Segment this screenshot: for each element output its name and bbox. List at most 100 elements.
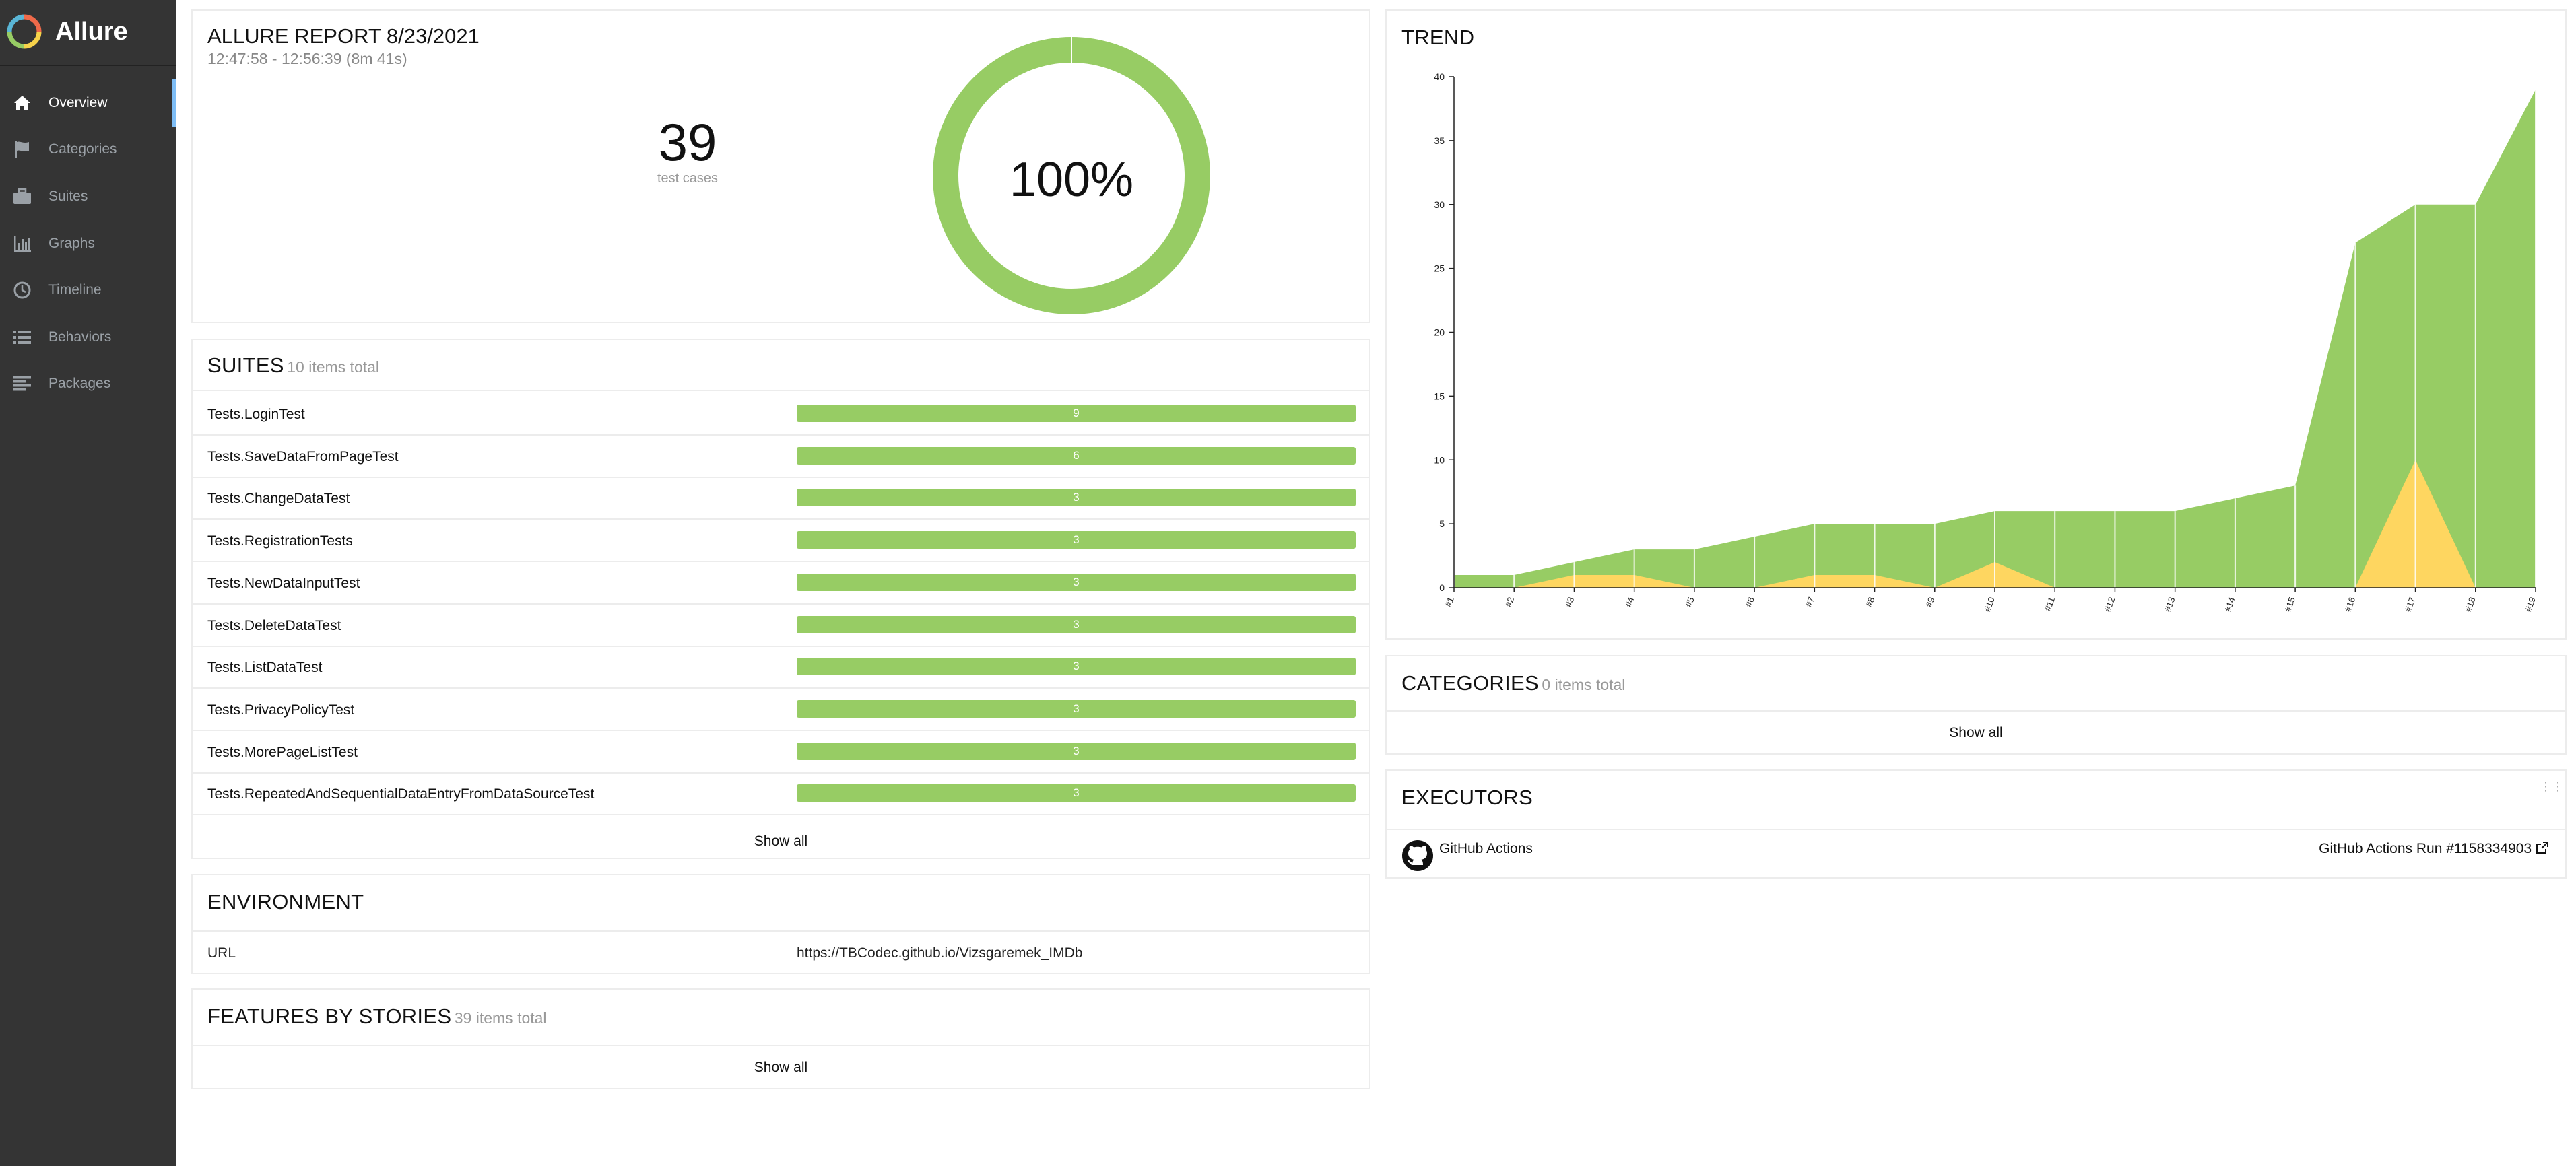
pass-rate-value: 100% xyxy=(1009,153,1134,207)
divider xyxy=(193,729,1369,731)
suite-status-bar[interactable]: 3 xyxy=(797,784,1356,802)
suite-row[interactable]: Tests.NewDataInputTest 3 xyxy=(193,563,1369,605)
sidebar-item-categories[interactable]: Categories xyxy=(0,127,176,174)
suite-status-bar[interactable]: 3 xyxy=(797,573,1356,591)
trend-x-tick-label: #15 xyxy=(2282,596,2297,613)
suite-name: Tests.LoginTest xyxy=(207,407,305,422)
briefcase-icon xyxy=(11,186,34,207)
sidebar-item-graphs[interactable]: Graphs xyxy=(0,220,176,267)
sidebar-nav: Overview Categories Suites Graphs Timeli… xyxy=(0,79,176,407)
environment-key: URL xyxy=(207,945,236,961)
trend-x-tick-label: #5 xyxy=(1684,596,1696,609)
suite-name: Tests.DeleteDataTest xyxy=(207,617,341,633)
suite-status-bar[interactable]: 6 xyxy=(797,446,1356,465)
suite-status-bar[interactable]: 3 xyxy=(797,615,1356,633)
test-case-count: 39 xyxy=(658,112,717,172)
trend-y-tick-label: 30 xyxy=(1434,199,1445,210)
trend-y-tick-label: 20 xyxy=(1434,327,1445,338)
sidebar-item-overview[interactable]: Overview xyxy=(0,79,176,127)
sidebar-item-behaviors[interactable]: Behaviors xyxy=(0,314,176,361)
suites-title: SUITES xyxy=(207,353,284,377)
align-left-icon xyxy=(11,373,34,395)
suite-name: Tests.RegistrationTests xyxy=(207,533,353,549)
trend-x-tick-label: #8 xyxy=(1863,596,1876,609)
brand[interactable]: Allure xyxy=(5,8,128,55)
trend-widget: TREND 0 5 10 15 20 25 30 35 40 #1 #2 #3 #4 #5 #6 #7 #8 #9… xyxy=(1385,9,2567,640)
trend-x-tick-label: #1 xyxy=(1443,596,1456,609)
suite-row[interactable]: Tests.ChangeDataTest 3 xyxy=(193,478,1369,520)
drag-handle-icon[interactable]: ⋮⋮ xyxy=(2540,780,2564,800)
suite-status-bar[interactable]: 3 xyxy=(797,531,1356,549)
environment-widget: ENVIRONMENT URL https://TBCodec.github.i… xyxy=(191,874,1370,974)
sidebar-item-label: Categories xyxy=(48,141,117,158)
report-time-range: 12:47:58 - 12:56:39 (8m 41s) xyxy=(207,50,407,67)
trend-chart[interactable]: 0 5 10 15 20 25 30 35 40 #1 #2 #3 #4 #5 #6 #7 #8 #9 #10 #11… xyxy=(1387,11,2565,638)
executor-run-label: GitHub Actions Run #1158334903 xyxy=(2319,841,2532,856)
sidebar-item-label: Overview xyxy=(48,94,108,110)
executors-widget: EXECUTORS ⋮⋮ GitHub Actions GitHub Actio… xyxy=(1385,769,2567,879)
sidebar-item-packages[interactable]: Packages xyxy=(0,361,176,408)
suite-status-bar[interactable]: 9 xyxy=(797,405,1356,422)
divider xyxy=(193,771,1369,774)
executor-run-link[interactable]: GitHub Actions Run #1158334903 xyxy=(2319,841,2549,857)
trend-x-tick-label: #10 xyxy=(1982,596,1997,613)
trend-x-tick-label: #7 xyxy=(1804,596,1816,609)
trend-x-tick-label: #12 xyxy=(2103,596,2117,613)
github-icon xyxy=(1402,840,1433,871)
trend-y-tick-label: 5 xyxy=(1439,518,1445,529)
sidebar-divider xyxy=(0,65,176,66)
divider xyxy=(193,476,1369,478)
suites-count: 10 items total xyxy=(287,358,380,376)
app-name: Allure xyxy=(55,17,128,46)
features-show-all-link[interactable]: Show all xyxy=(193,1060,1369,1076)
allure-logo-icon xyxy=(7,14,42,49)
trend-x-tick-label: #16 xyxy=(2343,596,2358,613)
suites-show-all-link[interactable]: Show all xyxy=(193,833,1369,850)
sidebar-item-label: Suites xyxy=(48,188,88,204)
list-icon xyxy=(11,327,34,348)
features-title: FEATURES BY STORIES xyxy=(207,1004,452,1028)
features-header: FEATURES BY STORIES 39 items total xyxy=(207,1004,547,1029)
sidebar-item-timeline[interactable]: Timeline xyxy=(0,267,176,314)
report-title: ALLURE REPORT 8/23/2021 xyxy=(207,24,480,48)
divider xyxy=(193,390,1369,391)
divider xyxy=(193,645,1369,647)
suites-header: SUITES 10 items total xyxy=(207,353,379,378)
categories-show-all-link[interactable]: Show all xyxy=(1387,725,2565,741)
divider xyxy=(193,434,1369,436)
divider xyxy=(193,687,1369,689)
categories-header: CATEGORIES 0 items total xyxy=(1401,671,1625,695)
suite-status-bar[interactable]: 3 xyxy=(797,658,1356,676)
trend-x-tick-label: #11 xyxy=(2043,596,2057,613)
features-widget: FEATURES BY STORIES 39 items total Show … xyxy=(191,988,1370,1089)
suite-status-bar[interactable]: 3 xyxy=(797,742,1356,760)
trend-x-tick-label: #2 xyxy=(1503,596,1516,609)
flag-icon xyxy=(11,139,34,160)
suite-row[interactable]: Tests.PrivacyPolicyTest 3 xyxy=(193,689,1369,731)
trend-x-tick-label: #14 xyxy=(2222,596,2237,613)
suite-row[interactable]: Tests.DeleteDataTest 3 xyxy=(193,605,1369,647)
suite-row[interactable]: Tests.MorePageListTest 3 xyxy=(193,732,1369,774)
suite-row[interactable]: Tests.RegistrationTests 3 xyxy=(193,520,1369,563)
trend-x-tick-label: #4 xyxy=(1623,596,1636,609)
clock-icon xyxy=(11,279,34,301)
suite-status-bar[interactable]: 3 xyxy=(797,699,1356,718)
trend-x-tick-label: #18 xyxy=(2463,596,2478,613)
suite-row[interactable]: Tests.RepeatedAndSequentialDataEntryFrom… xyxy=(193,774,1369,816)
divider xyxy=(193,518,1369,520)
suite-name: Tests.RepeatedAndSequentialDataEntryFrom… xyxy=(207,786,595,802)
suite-row[interactable]: Tests.LoginTest 9 xyxy=(193,394,1369,436)
suites-widget: SUITES 10 items total Tests.LoginTest 9 Te… xyxy=(191,339,1370,859)
sidebar-item-suites[interactable]: Suites xyxy=(0,173,176,220)
external-link-icon xyxy=(2536,842,2548,854)
divider xyxy=(1387,710,2565,712)
trend-x-tick-label: #6 xyxy=(1744,596,1756,609)
divider xyxy=(193,603,1369,605)
suite-row[interactable]: Tests.SaveDataFromPageTest 6 xyxy=(193,436,1369,478)
suite-status-bar[interactable]: 3 xyxy=(797,489,1356,507)
trend-x-tick-label: #13 xyxy=(2162,596,2177,613)
bar-chart-icon xyxy=(11,233,34,254)
suite-row[interactable]: Tests.ListDataTest 3 xyxy=(193,647,1369,689)
sidebar-item-label: Behaviors xyxy=(48,329,112,345)
trend-x-tick-label: #3 xyxy=(1563,596,1576,609)
